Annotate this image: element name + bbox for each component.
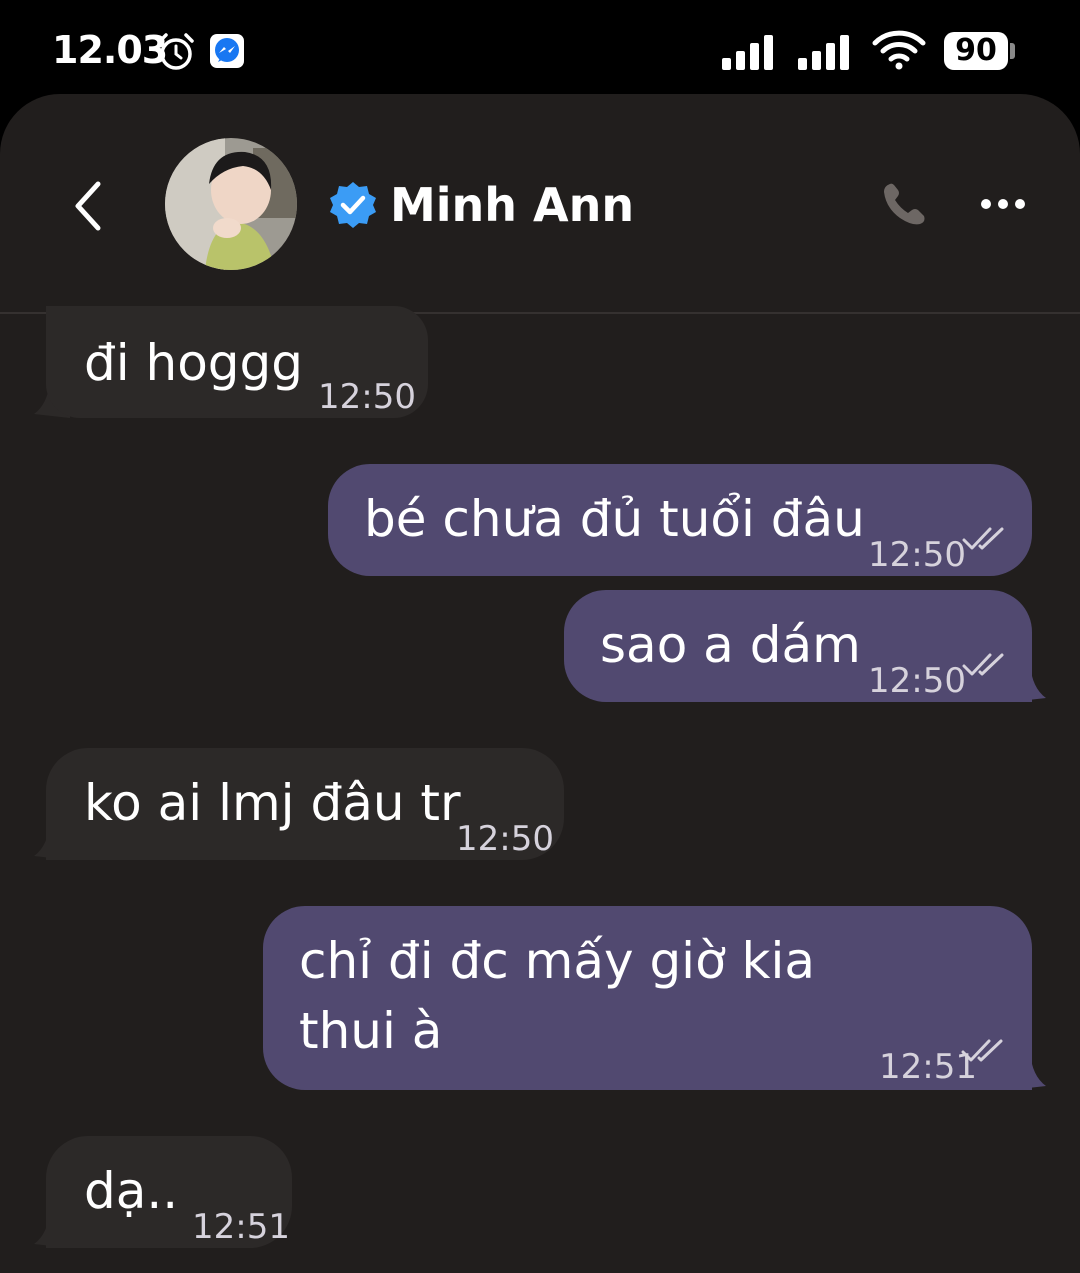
battery-tip — [1010, 43, 1015, 59]
avatar[interactable] — [165, 138, 297, 270]
read-receipt-icon — [962, 653, 1004, 676]
status-time: 12.03 — [52, 28, 168, 72]
battery-icon: 90 — [944, 32, 1008, 70]
message-text: dạ.. — [84, 1162, 179, 1220]
alarm-icon — [158, 33, 194, 70]
message-time: 12:50 — [868, 661, 966, 701]
back-icon[interactable] — [70, 180, 106, 232]
signal-icon — [798, 35, 849, 70]
status-bar: 12.03 90 — [0, 0, 1080, 96]
message-text: sao a dám — [600, 616, 861, 674]
message-text: đi hoggg — [84, 334, 304, 392]
message-outgoing[interactable]: chỉ đi đc mấy giờ kia thui à 12:51 — [263, 906, 1032, 1090]
message-time: 12:50 — [318, 377, 416, 417]
read-receipt-icon — [961, 1039, 1003, 1062]
message-text: bé chưa đủ tuổi đâu — [364, 490, 865, 548]
messenger-icon — [210, 34, 244, 68]
more-options-icon[interactable] — [978, 194, 1028, 214]
call-icon[interactable] — [880, 180, 928, 228]
message-incoming[interactable]: dạ.. 12:51 — [46, 1136, 292, 1248]
message-time: 12:50 — [868, 535, 966, 575]
message-time: 12:50 — [456, 819, 554, 859]
message-incoming[interactable]: đi hoggg 12:50 — [46, 306, 428, 418]
message-text-line: thui à — [299, 1002, 443, 1060]
verified-badge-icon — [330, 182, 376, 228]
read-receipt-icon — [962, 527, 1004, 550]
message-outgoing[interactable]: sao a dám 12:50 — [564, 590, 1032, 702]
message-text: ko ai lmj đâu tr — [84, 774, 461, 832]
wifi-icon — [872, 30, 926, 70]
message-incoming[interactable]: ko ai lmj đâu tr 12:50 — [46, 748, 564, 860]
contact-name[interactable]: Minh Ann — [390, 178, 634, 232]
message-outgoing[interactable]: bé chưa đủ tuổi đâu 12:50 — [328, 464, 1032, 576]
message-time: 12:51 — [192, 1207, 290, 1247]
message-text-line: chỉ đi đc mấy giờ kia — [299, 932, 816, 990]
signal-icon — [722, 35, 773, 70]
